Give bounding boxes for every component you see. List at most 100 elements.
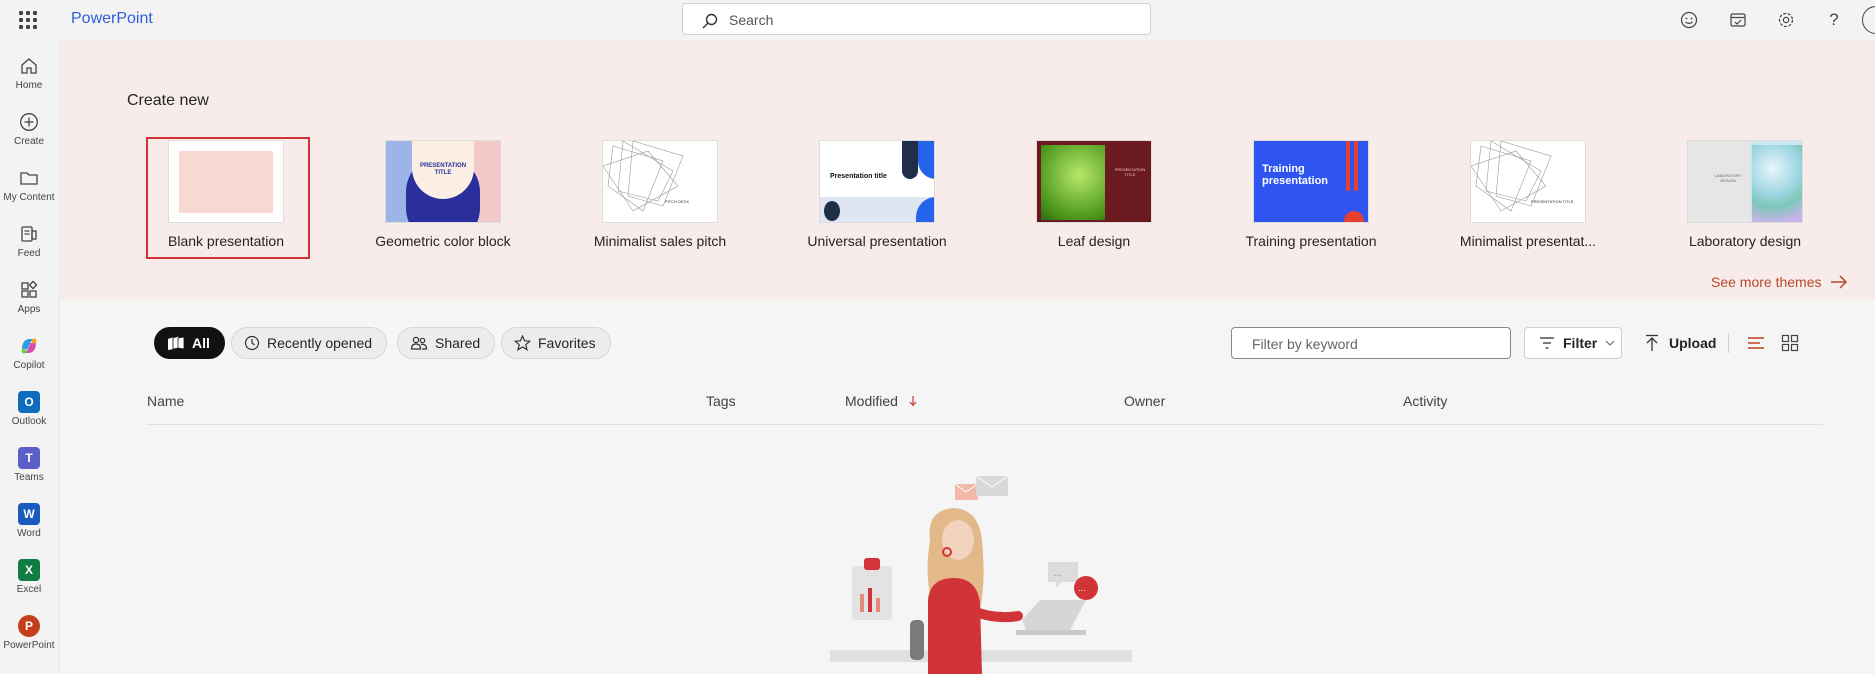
see-more-label: See more themes: [1711, 274, 1822, 290]
template-geometric-color-block[interactable]: PRESENTATION TITLE Geometric color block: [343, 140, 543, 260]
pill-label: Favorites: [538, 335, 596, 351]
app-launcher-icon[interactable]: [16, 8, 40, 32]
feed-icon: [17, 222, 41, 246]
create-new-title: Create new: [127, 92, 209, 109]
pill-label: All: [192, 335, 210, 351]
upload-label: Upload: [1669, 335, 1717, 351]
template-laboratory-design[interactable]: LABORATORY DESIGN Laboratory design: [1645, 140, 1845, 260]
template-label: Training presentation: [1245, 233, 1377, 249]
help-icon[interactable]: ?: [1822, 8, 1846, 32]
template-label: Leaf design: [1057, 233, 1131, 249]
star-icon: [514, 335, 531, 351]
search-input[interactable]: [729, 10, 1129, 30]
settings-icon[interactable]: [1774, 8, 1798, 32]
rail-label: Excel: [16, 584, 42, 595]
rail-item-word[interactable]: W Word: [0, 498, 58, 550]
template-minimalist-presentation[interactable]: PRESENTATION TITLE Minimalist presentat.…: [1428, 140, 1628, 260]
column-label: Activity: [1403, 393, 1448, 409]
filter-pill-all[interactable]: All: [154, 327, 225, 359]
thumb-text: Training presentation: [1262, 163, 1329, 187]
wireframe-graphic: [603, 141, 684, 212]
list-view-button[interactable]: [1744, 331, 1768, 355]
thumb-text: PRESENTATION TITLE: [419, 163, 467, 176]
template-label: Blank presentation: [168, 233, 284, 249]
app-title[interactable]: PowerPoint: [71, 10, 153, 28]
search-box[interactable]: [682, 3, 1151, 35]
grid-view-button[interactable]: [1778, 331, 1802, 355]
rail-label: Create: [13, 136, 44, 147]
upload-button[interactable]: Upload: [1644, 327, 1716, 359]
rail-item-powerpoint[interactable]: P PowerPoint: [0, 610, 58, 662]
rail-label: Teams: [14, 472, 44, 483]
rail-item-apps[interactable]: Apps: [0, 274, 58, 326]
filter-pill-favorites[interactable]: Favorites: [501, 327, 611, 359]
rail-item-my-content[interactable]: My Content: [0, 162, 58, 214]
svg-text:...: ...: [1054, 569, 1062, 578]
template-thumbnail: [168, 140, 284, 223]
template-training-presentation[interactable]: Training presentation Training presentat…: [1211, 140, 1411, 260]
rail-label: Copilot: [13, 360, 45, 371]
chevron-down-icon: [1605, 340, 1615, 346]
list-view-icon: [1748, 337, 1764, 349]
template-thumbnail: PITCH DECK: [602, 140, 718, 223]
template-leaf-design[interactable]: PRESENTATION TITLE Leaf design: [994, 140, 1194, 260]
column-header-tags[interactable]: Tags: [706, 393, 736, 409]
apps-icon: [17, 278, 41, 302]
sort-descending-icon: [909, 396, 917, 407]
whats-new-icon[interactable]: [1726, 8, 1750, 32]
wireframe-graphic: [1471, 141, 1552, 212]
rail-item-copilot[interactable]: Copilot: [0, 330, 58, 382]
rail-item-teams[interactable]: T Teams: [0, 442, 58, 494]
folder-icon: [17, 166, 41, 190]
people-icon: [410, 336, 428, 350]
filter-pill-shared[interactable]: Shared: [397, 327, 496, 359]
filter-button[interactable]: Filter: [1524, 327, 1622, 359]
thumb-text: Presentation title: [830, 173, 887, 180]
column-label: Modified: [845, 393, 898, 409]
feedback-icon[interactable]: [1677, 8, 1701, 32]
template-blank-presentation[interactable]: Blank presentation: [126, 140, 326, 260]
filter-keyword-box[interactable]: [1231, 327, 1511, 359]
column-header-name[interactable]: Name: [147, 393, 184, 409]
see-more-themes-link[interactable]: See more themes: [1711, 274, 1848, 290]
template-thumbnail: PRESENTATION TITLE: [1036, 140, 1152, 223]
column-header-modified[interactable]: Modified: [845, 393, 918, 409]
template-label: Universal presentation: [807, 233, 947, 249]
thumb-text: LABORATORY DESIGN: [1714, 173, 1742, 183]
create-icon: [17, 110, 41, 134]
template-label: Minimalist sales pitch: [593, 233, 727, 249]
powerpoint-icon: P: [17, 614, 41, 638]
word-icon: W: [17, 502, 41, 526]
rail-label: My Content: [3, 192, 55, 203]
column-header-activity[interactable]: Activity: [1403, 393, 1447, 409]
rail-item-home[interactable]: Home: [0, 50, 58, 102]
template-universal-presentation[interactable]: Presentation title Universal presentatio…: [777, 140, 977, 260]
left-rail: Home Create My Content Feed Apps Copilot…: [0, 40, 60, 674]
template-thumbnail: PRESENTATION TITLE: [385, 140, 501, 223]
thumb-text: PRESENTATION TITLE: [1114, 167, 1146, 177]
rail-label: Apps: [17, 304, 41, 315]
svg-text:...: ...: [1078, 584, 1086, 593]
rail-label: Feed: [17, 248, 41, 259]
template-minimalist-sales-pitch[interactable]: PITCH DECK Minimalist sales pitch: [560, 140, 760, 260]
rail-label: Outlook: [11, 416, 47, 427]
column-label: Owner: [1124, 393, 1166, 409]
pill-label: Shared: [435, 335, 481, 351]
header-divider: [147, 424, 1823, 425]
rail-item-feed[interactable]: Feed: [0, 218, 58, 270]
avatar[interactable]: [1862, 6, 1875, 34]
filter-keyword-input[interactable]: [1252, 335, 1492, 353]
thumb-text: PRESENTATION TITLE: [1531, 199, 1574, 204]
empty-state-illustration: ... ...: [830, 475, 1132, 674]
pill-label: Recently opened: [267, 335, 373, 351]
rail-item-excel[interactable]: X Excel: [0, 554, 58, 606]
template-thumbnail: LABORATORY DESIGN: [1687, 140, 1803, 223]
template-thumbnail: Training presentation: [1253, 140, 1369, 223]
template-thumbnail: PRESENTATION TITLE: [1470, 140, 1586, 223]
rail-item-outlook[interactable]: O Outlook: [0, 386, 58, 438]
home-icon: [17, 54, 41, 78]
rail-label: PowerPoint: [3, 640, 55, 651]
column-header-owner[interactable]: Owner: [1124, 393, 1165, 409]
filter-pill-recently-opened[interactable]: Recently opened: [231, 327, 388, 359]
rail-item-create[interactable]: Create: [0, 106, 58, 158]
